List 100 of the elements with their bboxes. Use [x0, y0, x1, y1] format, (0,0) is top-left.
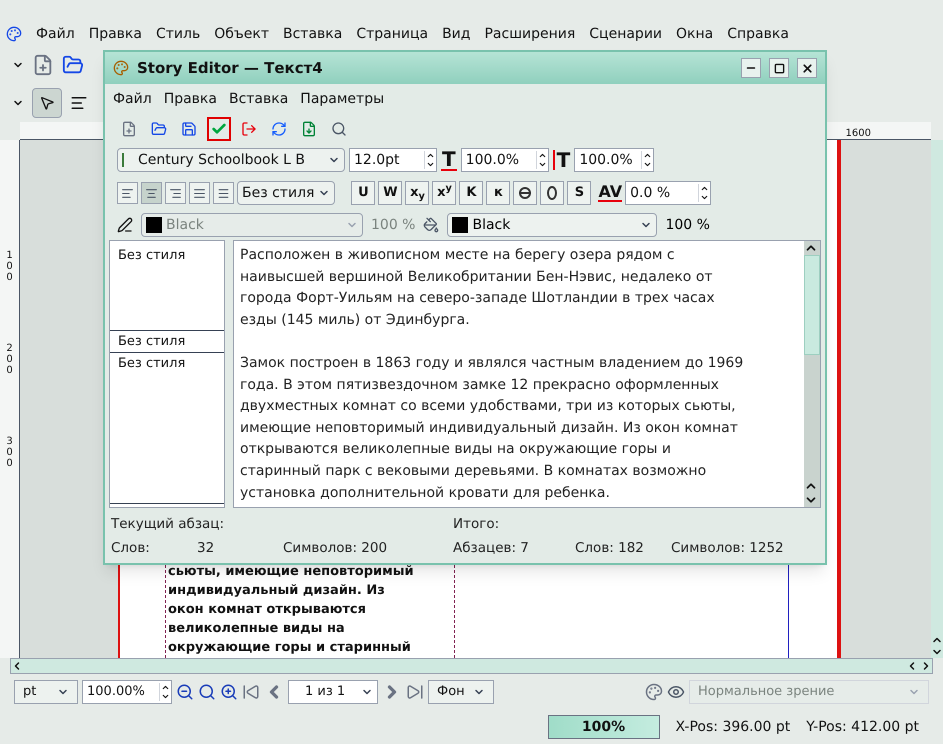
text-format-button[interactable]: x$_{y}$	[405, 181, 430, 205]
text-format-button[interactable]: к	[486, 181, 510, 205]
menu-item[interactable]: Вставка	[282, 24, 342, 44]
menu-item[interactable]: Справка	[727, 24, 789, 44]
menu-item[interactable]: Стиль	[156, 24, 200, 44]
align-icon	[121, 186, 134, 200]
menu-item[interactable]: Расширения	[484, 24, 576, 44]
document-download-icon	[301, 121, 317, 137]
menu-item[interactable]: Вид	[442, 24, 470, 44]
toolbar-button[interactable]	[207, 117, 231, 141]
maximize-icon	[774, 62, 784, 74]
text-format-button[interactable]: S	[567, 181, 592, 205]
spin-arrows-icon[interactable]	[698, 184, 710, 202]
save-icon	[181, 121, 197, 137]
paint-bucket-icon	[423, 217, 440, 233]
outline-button[interactable]	[540, 181, 564, 205]
page-select[interactable]: 1 из 1	[288, 680, 378, 704]
current-paragraph-label: Текущий абзац:	[111, 514, 226, 534]
menu-item[interactable]: Сценарии	[589, 24, 662, 44]
text-frame-icon[interactable]	[70, 94, 88, 112]
layer-select[interactable]: Фон	[428, 680, 494, 704]
fill-color-select[interactable]: Black	[447, 213, 658, 237]
font-select[interactable]: Century Schoolbook L B	[117, 148, 345, 172]
vertical-scrollbar[interactable]	[931, 140, 943, 658]
width-scale-field[interactable]: 100.0%	[460, 148, 549, 172]
app-icon	[113, 60, 129, 76]
folder-icon[interactable]	[62, 54, 84, 76]
total-paragraphs: Абзацев: 7	[453, 538, 530, 558]
spin-arrows-icon[interactable]	[424, 151, 436, 169]
menu-item[interactable]: Вставка	[228, 88, 288, 110]
spin-arrows-icon[interactable]	[641, 151, 654, 169]
ruler-label: 200	[5, 343, 14, 376]
zoom-in-icon[interactable]	[220, 683, 238, 701]
text-format-button[interactable]: U	[351, 181, 376, 205]
text-format-button[interactable]: K	[459, 181, 484, 205]
zoom-field[interactable]: 100.00%	[82, 680, 172, 704]
style-list-item[interactable]: Без стиля	[110, 352, 224, 504]
menu-item[interactable]: Файл	[113, 88, 152, 110]
x-position: X-Pos: 396.00 pt	[676, 718, 790, 736]
maximize-button[interactable]	[769, 58, 789, 78]
style-list-item[interactable]: Без стиля	[110, 245, 224, 332]
text-format-button[interactable]: W	[378, 181, 402, 205]
ruler-label: 100	[5, 250, 14, 283]
align-icon	[169, 186, 182, 200]
unit-select[interactable]: pt	[14, 680, 78, 704]
menu-item[interactable]: Окна	[676, 24, 714, 44]
refresh-icon	[271, 121, 287, 137]
menu-item[interactable]: Файл	[36, 24, 75, 44]
menu-item[interactable]: Параметры	[300, 88, 384, 110]
menu-item[interactable]: Объект	[214, 24, 269, 44]
text-frame-line: окон комнат открываются	[168, 601, 367, 619]
text-editor[interactable]	[233, 240, 821, 508]
ruler-label: 1600	[846, 129, 871, 139]
text-format-button[interactable]: x$^{y}$	[432, 181, 456, 205]
stroke-color-select: Black	[141, 213, 363, 237]
app-icon	[6, 26, 22, 42]
text-frame-line: индивидуальный дизайн. Из	[168, 582, 386, 600]
first-page-icon[interactable]	[242, 683, 260, 701]
menu-item[interactable]: Страница	[356, 24, 428, 44]
style-list-item[interactable]: Без стиля	[110, 331, 224, 353]
spin-arrows-icon[interactable]	[536, 151, 548, 169]
paragraph-text: Расположен в живописном месте на берегу озера рядом с наивысшей вершиной Великобритании Бен-Нэвис, недалеко от города Форт-Уильям на северо-западе Шотландии в трех часах езды (145 миль) от Эдинбурга.	[240, 246, 716, 330]
menu-item[interactable]: Правка	[164, 88, 217, 110]
horizontal-scrollbar[interactable]	[10, 658, 933, 674]
tracking-field[interactable]: 0.0 %	[625, 181, 712, 205]
menu-item[interactable]: Правка	[88, 24, 142, 44]
scrollbar-thumb[interactable]	[804, 255, 820, 355]
vertical-scrollbar[interactable]	[804, 241, 820, 507]
close-button[interactable]	[797, 58, 817, 78]
eye-icon[interactable]	[667, 683, 685, 701]
spin-arrows-icon[interactable]	[159, 683, 171, 701]
window-title: Story Editor — Текст4	[137, 58, 323, 79]
stroke-shade: 100 %	[371, 216, 416, 234]
total-words: Слов: 182	[575, 538, 645, 558]
font-size-field[interactable]: 12.0pt	[349, 148, 437, 172]
align-button[interactable]	[141, 182, 162, 204]
strikethrough-button[interactable]	[513, 181, 538, 205]
zoom-out-icon[interactable]	[176, 683, 194, 701]
y-position: Y-Pos: 412.00 pt	[806, 718, 919, 736]
height-scale-field[interactable]: 100.0%	[574, 148, 654, 172]
paragraph-style-select[interactable]: Без стиля	[237, 181, 336, 205]
select-tool-button[interactable]	[32, 88, 62, 118]
new-document-icon[interactable]	[32, 54, 54, 76]
pointer-icon	[39, 95, 55, 111]
chars-count: Символов: 200	[283, 538, 388, 558]
align-button[interactable]	[165, 182, 186, 204]
zoom-reset-icon[interactable]	[198, 683, 216, 701]
palette-icon[interactable]	[645, 683, 663, 701]
ruler-label: 300	[5, 436, 14, 469]
text-frame-line: окружающие горы и старинный	[168, 639, 412, 657]
last-page-icon[interactable]	[406, 683, 424, 701]
align-button[interactable]	[213, 182, 234, 204]
align-icon	[193, 186, 206, 200]
view-mode-select: Нормальное зрение	[689, 680, 929, 704]
align-button[interactable]	[117, 182, 138, 204]
align-icon	[145, 186, 158, 200]
text-frame-line: великолепные виды на	[168, 620, 346, 638]
minimize-button[interactable]	[741, 58, 761, 78]
folder-icon	[151, 121, 167, 137]
align-button[interactable]	[189, 182, 210, 204]
